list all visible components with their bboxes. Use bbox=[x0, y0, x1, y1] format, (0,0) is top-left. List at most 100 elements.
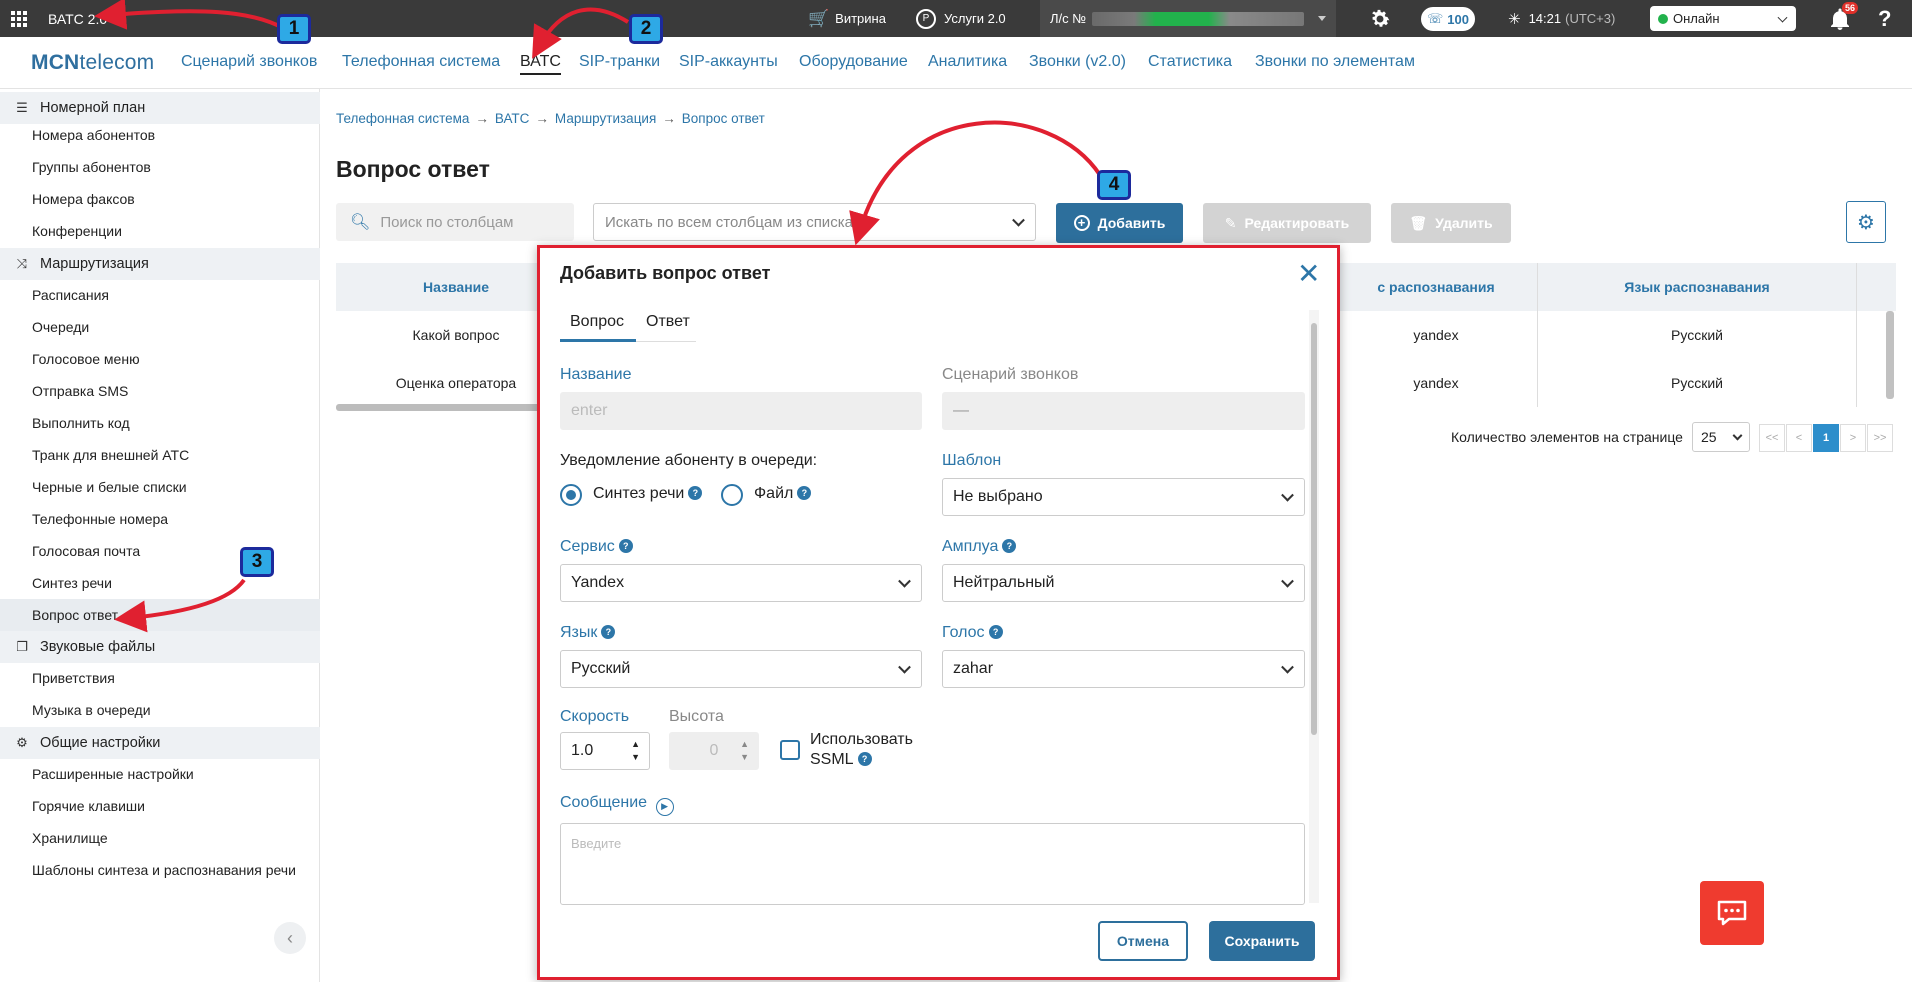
services-link[interactable]: P Услуги 2.0 bbox=[916, 0, 1006, 37]
sidebar-group-number-plan[interactable]: ☰ Номерной план bbox=[0, 92, 320, 124]
help-icon[interactable]: ? bbox=[688, 486, 703, 500]
cell-recognition: yandex bbox=[1413, 327, 1459, 343]
breadcrumb-phone-system[interactable]: Телефонная система bbox=[336, 111, 469, 126]
table-settings-button[interactable]: ⚙ bbox=[1846, 201, 1886, 243]
radio-file[interactable] bbox=[721, 484, 743, 506]
sidebar-item-conferences[interactable]: Конференции bbox=[32, 223, 122, 239]
sidebar-item-queues[interactable]: Очереди bbox=[32, 319, 89, 335]
showcase-link[interactable]: 🛒 Витрина bbox=[808, 0, 886, 37]
sidebar-item-question-answer[interactable]: Вопрос ответ bbox=[32, 607, 118, 623]
gear-icon[interactable] bbox=[1368, 0, 1392, 37]
help-icon[interactable]: ? bbox=[988, 625, 1003, 639]
radio-tts[interactable] bbox=[560, 484, 582, 506]
menu-calls-by-elements[interactable]: Звонки по элементам bbox=[1255, 53, 1415, 71]
help-icon[interactable]: ? bbox=[601, 625, 616, 639]
menu-statistics[interactable]: Статистика bbox=[1148, 53, 1232, 71]
menu-sip-trunks[interactable]: SIP-транки bbox=[579, 53, 660, 71]
breadcrumb-arrow-icon: → bbox=[475, 111, 489, 126]
menu-analytics[interactable]: Аналитика bbox=[928, 53, 1007, 71]
sidebar-item-speech-templates[interactable]: Шаблоны синтеза и распознавания речи bbox=[32, 862, 296, 878]
sidebar-item-voicemail[interactable]: Голосовая почта bbox=[32, 543, 140, 559]
chat-button[interactable] bbox=[1700, 881, 1764, 945]
sidebar-item-storage[interactable]: Хранилище bbox=[32, 830, 108, 846]
page-current-button[interactable]: 1 bbox=[1813, 424, 1839, 452]
column-header-recognition-language[interactable]: Язык распознавания bbox=[1537, 263, 1857, 311]
sidebar-item-speech-synthesis[interactable]: Синтез речи bbox=[32, 575, 112, 591]
edit-button[interactable]: ✎ Редактировать bbox=[1203, 203, 1371, 243]
sidebar-item-hotkeys[interactable]: Горячие клавиши bbox=[32, 798, 145, 814]
logo[interactable]: MCNtelecom bbox=[31, 51, 154, 75]
message-textarea[interactable]: Введите bbox=[560, 823, 1305, 905]
language-value: Русский bbox=[571, 660, 631, 677]
column-search-select[interactable]: Искать по всем столбцам из списка bbox=[593, 203, 1036, 241]
sidebar-group-general-settings[interactable]: ⚙ Общие настройки bbox=[0, 727, 320, 759]
close-icon[interactable]: ✕ bbox=[1297, 260, 1320, 288]
menu-equipment[interactable]: Оборудование bbox=[799, 53, 908, 71]
sidebar-item-execute-code[interactable]: Выполнить код bbox=[32, 415, 130, 431]
page-last-button[interactable]: >> bbox=[1867, 424, 1893, 452]
role-select[interactable]: Нейтральный bbox=[942, 564, 1305, 602]
breadcrumb-question-answer[interactable]: Вопрос ответ bbox=[682, 111, 765, 126]
sidebar-item-external-trunk[interactable]: Транк для внешней АТС bbox=[32, 447, 189, 463]
help-icon[interactable]: ? bbox=[1878, 0, 1891, 37]
sidebar-item-phone-numbers[interactable]: Телефонные номера bbox=[32, 511, 168, 527]
bell-icon[interactable]: 56 bbox=[1830, 0, 1859, 37]
sidebar-collapse-button[interactable]: ‹ bbox=[274, 922, 306, 954]
menu-call-scenarios[interactable]: Сценарий звонков bbox=[181, 53, 317, 71]
search-input[interactable]: 🔍︎ Поиск по столбцам bbox=[336, 203, 574, 241]
breadcrumb-routing[interactable]: Маршрутизация bbox=[555, 111, 656, 126]
sidebar-item-black-white-lists[interactable]: Черные и белые списки bbox=[32, 479, 187, 495]
sidebar-item-advanced-settings[interactable]: Расширенные настройки bbox=[32, 766, 194, 782]
sidebar-item-fax-numbers[interactable]: Номера факсов bbox=[32, 191, 135, 207]
language-select[interactable]: Русский bbox=[560, 650, 922, 688]
calls-counter[interactable]: ☏ 100 bbox=[1421, 7, 1475, 31]
status-select[interactable]: Онлайн bbox=[1650, 6, 1796, 31]
voice-select[interactable]: zahar bbox=[942, 650, 1305, 688]
menu-sip-accounts[interactable]: SIP-аккаунты bbox=[679, 53, 778, 71]
help-icon[interactable]: ? bbox=[618, 539, 633, 553]
ssml-checkbox[interactable] bbox=[780, 740, 800, 760]
account-selector[interactable]: Л/с № bbox=[1040, 0, 1336, 37]
play-icon[interactable]: ▶ bbox=[655, 798, 674, 816]
template-select[interactable]: Не выбрано bbox=[942, 478, 1305, 516]
speed-stepper[interactable]: 1.0 ▲ ▼ bbox=[560, 732, 650, 770]
delete-button[interactable]: 🗑︎ Удалить bbox=[1391, 203, 1511, 243]
sidebar-group-sound-files[interactable]: ❐ Звуковые файлы bbox=[0, 631, 320, 663]
menu-vats[interactable]: ВАТС bbox=[520, 53, 561, 75]
service-select[interactable]: Yandex bbox=[560, 564, 922, 602]
page-next-button[interactable]: > bbox=[1840, 424, 1866, 452]
page-prev-button[interactable]: < bbox=[1786, 424, 1812, 452]
name-field[interactable]: enter bbox=[560, 392, 922, 430]
sidebar-item-queue-music[interactable]: Музыка в очереди bbox=[32, 702, 151, 718]
dialog-scrollbar-thumb[interactable] bbox=[1311, 323, 1317, 735]
stepper-arrows-icon[interactable]: ▲ ▼ bbox=[631, 738, 640, 764]
column-header-recognition[interactable]: с распознавания bbox=[1336, 263, 1536, 311]
sidebar-item-greetings[interactable]: Приветствия bbox=[32, 670, 115, 686]
vertical-scrollbar[interactable] bbox=[1886, 311, 1894, 399]
chevron-down-icon bbox=[1281, 488, 1294, 502]
save-button[interactable]: Сохранить bbox=[1209, 921, 1315, 961]
tab-question[interactable]: Вопрос bbox=[570, 313, 624, 331]
app-title[interactable]: ВАТС 2.0 bbox=[48, 0, 107, 37]
sidebar-item-voice-menu[interactable]: Голосовое меню bbox=[32, 351, 140, 367]
sidebar-group-routing[interactable]: ⤨ Маршрутизация bbox=[0, 248, 320, 280]
apps-grid-icon[interactable] bbox=[10, 0, 28, 37]
cell-language: Русский bbox=[1537, 359, 1857, 407]
menu-calls-v2[interactable]: Звонки (v2.0) bbox=[1029, 53, 1126, 71]
menu-phone-system[interactable]: Телефонная система bbox=[342, 53, 500, 71]
sidebar-item-schedules[interactable]: Расписания bbox=[32, 287, 109, 303]
sidebar-item-subscriber-groups[interactable]: Группы абонентов bbox=[32, 159, 151, 175]
add-button[interactable]: + Добавить bbox=[1056, 203, 1183, 243]
help-icon[interactable]: ? bbox=[1002, 539, 1017, 553]
per-page-select[interactable]: 25 bbox=[1692, 422, 1750, 452]
cancel-button[interactable]: Отмена bbox=[1098, 921, 1188, 961]
help-icon[interactable]: ? bbox=[857, 752, 872, 766]
breadcrumb-vats[interactable]: ВАТС bbox=[495, 111, 530, 126]
showcase-label: Витрина bbox=[835, 11, 886, 26]
help-icon[interactable]: ? bbox=[797, 486, 812, 500]
sidebar-item-send-sms[interactable]: Отправка SMS bbox=[32, 383, 128, 399]
page-first-button[interactable]: << bbox=[1759, 424, 1785, 452]
tab-answer[interactable]: Ответ bbox=[646, 313, 690, 331]
per-page-label: Количество элементов на странице bbox=[1451, 429, 1683, 445]
sidebar-item-subscriber-numbers[interactable]: Номера абонентов bbox=[32, 127, 155, 143]
